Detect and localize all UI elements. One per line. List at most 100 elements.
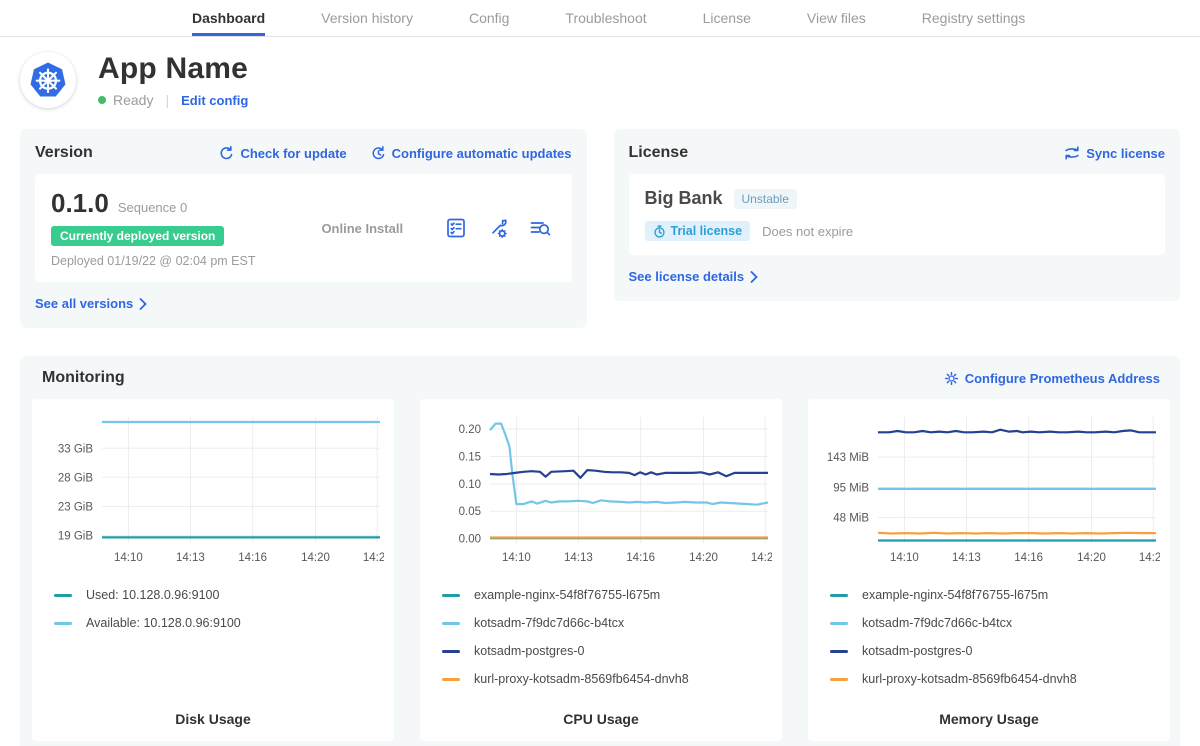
- svg-text:14:10: 14:10: [114, 552, 143, 564]
- version-card: Version Check for update Configure au: [20, 129, 587, 328]
- legend-label: kotsadm-7f9dc7d66c-b4tcx: [862, 616, 1012, 630]
- svg-text:14:20: 14:20: [1077, 552, 1106, 564]
- svg-text:14:23: 14:23: [751, 552, 772, 564]
- svg-text:0.15: 0.15: [459, 451, 481, 463]
- refresh-icon: [219, 146, 234, 161]
- svg-text:0.10: 0.10: [459, 479, 481, 491]
- version-number: 0.1.0: [51, 188, 109, 219]
- legend-label: kotsadm-7f9dc7d66c-b4tcx: [474, 616, 624, 630]
- deployed-badge: Currently deployed version: [51, 226, 224, 246]
- tab-troubleshoot[interactable]: Troubleshoot: [565, 0, 646, 36]
- svg-text:143 MiB: 143 MiB: [827, 452, 870, 464]
- memory-usage-chart: 14:1014:1314:1614:2014:2348 MiB95 MiB143…: [818, 409, 1160, 569]
- gear-icon: [944, 371, 959, 386]
- see-license-details-link[interactable]: See license details: [629, 269, 759, 284]
- tab-license[interactable]: License: [703, 0, 751, 36]
- svg-text:14:16: 14:16: [238, 552, 267, 564]
- channel-badge: Unstable: [734, 189, 797, 209]
- disk-usage-legend: Used: 10.128.0.96:9100 Available: 10.128.…: [42, 581, 384, 637]
- memory-usage-legend: example-nginx-54f8f76755-l675m kotsadm-7f…: [818, 581, 1160, 693]
- legend-color-dash: [54, 594, 72, 597]
- chart-title-memory-usage: Memory Usage: [818, 711, 1160, 727]
- chart-card-cpu-usage: 14:1014:1314:1614:2014:230.000.050.100.1…: [420, 399, 782, 741]
- legend-label: kurl-proxy-kotsadm-8569fb6454-dnvh8: [862, 672, 1077, 686]
- license-card: License Sync license Big Bank Unstable: [614, 129, 1181, 301]
- legend-label: example-nginx-54f8f76755-l675m: [862, 588, 1048, 602]
- legend-item: example-nginx-54f8f76755-l675m: [830, 581, 1160, 609]
- status-text: Ready: [113, 92, 153, 108]
- svg-text:14:10: 14:10: [502, 552, 531, 564]
- legend-label: Available: 10.128.0.96:9100: [86, 616, 241, 630]
- svg-text:0.00: 0.00: [459, 534, 481, 546]
- svg-text:95 MiB: 95 MiB: [833, 483, 869, 495]
- legend-item: kotsadm-postgres-0: [442, 637, 772, 665]
- cpu-usage-legend: example-nginx-54f8f76755-l675m kotsadm-7f…: [430, 581, 772, 693]
- legend-color-dash: [54, 622, 72, 625]
- preflight-checks-icon[interactable]: [444, 216, 468, 240]
- tab-view-files[interactable]: View files: [807, 0, 866, 36]
- legend-item: kotsadm-postgres-0: [830, 637, 1160, 665]
- tab-registry-settings[interactable]: Registry settings: [922, 0, 1025, 36]
- kubernetes-app-icon: [20, 52, 76, 108]
- deployed-timestamp: Deployed 01/19/22 @ 02:04 pm EST: [51, 254, 281, 268]
- legend-item: kurl-proxy-kotsadm-8569fb6454-dnvh8: [830, 665, 1160, 693]
- legend-item: Used: 10.128.0.96:9100: [54, 581, 384, 609]
- legend-label: kurl-proxy-kotsadm-8569fb6454-dnvh8: [474, 672, 689, 686]
- legend-label: example-nginx-54f8f76755-l675m: [474, 588, 660, 602]
- auto-update-icon: [371, 146, 386, 161]
- legend-label: Used: 10.128.0.96:9100: [86, 588, 219, 602]
- legend-color-dash: [442, 650, 460, 653]
- status-dot: [98, 96, 106, 104]
- tab-config[interactable]: Config: [469, 0, 509, 36]
- chart-card-memory-usage: 14:1014:1314:1614:2014:2348 MiB95 MiB143…: [808, 399, 1170, 741]
- view-logs-search-icon[interactable]: [528, 216, 552, 240]
- divider: |: [165, 92, 169, 108]
- legend-label: kotsadm-postgres-0: [474, 644, 584, 658]
- check-for-update-link[interactable]: Check for update: [219, 146, 346, 161]
- svg-text:14:13: 14:13: [952, 552, 981, 564]
- svg-text:28 GiB: 28 GiB: [58, 472, 93, 484]
- license-detail-card: Big Bank Unstable Trial license Does not…: [629, 174, 1166, 255]
- legend-color-dash: [442, 622, 460, 625]
- edit-config-link[interactable]: Edit config: [181, 93, 248, 108]
- legend-color-dash: [442, 594, 460, 597]
- legend-color-dash: [442, 678, 460, 681]
- tab-version-history[interactable]: Version history: [321, 0, 413, 36]
- version-section-title: Version: [35, 144, 93, 162]
- version-sequence: Sequence 0: [118, 200, 187, 215]
- svg-text:14:13: 14:13: [564, 552, 593, 564]
- cpu-usage-chart: 14:1014:1314:1614:2014:230.000.050.100.1…: [430, 409, 772, 569]
- config-wrench-icon[interactable]: [486, 216, 510, 240]
- svg-text:33 GiB: 33 GiB: [58, 443, 93, 455]
- tab-dashboard[interactable]: Dashboard: [192, 0, 265, 36]
- chevron-right-icon: [750, 271, 758, 283]
- legend-color-dash: [830, 650, 848, 653]
- chart-title-disk-usage: Disk Usage: [42, 711, 384, 727]
- svg-text:23 GiB: 23 GiB: [58, 501, 93, 513]
- legend-item: kotsadm-7f9dc7d66c-b4tcx: [830, 609, 1160, 637]
- chevron-right-icon: [139, 298, 147, 310]
- top-nav: Dashboard Version history Config Troublesho…: [0, 0, 1200, 37]
- sync-license-link[interactable]: Sync license: [1064, 146, 1165, 161]
- configure-automatic-updates-link[interactable]: Configure automatic updates: [371, 146, 572, 161]
- svg-text:14:23: 14:23: [1139, 552, 1160, 564]
- see-all-versions-link[interactable]: See all versions: [35, 296, 147, 311]
- svg-text:0.20: 0.20: [459, 424, 481, 436]
- legend-item: kotsadm-7f9dc7d66c-b4tcx: [442, 609, 772, 637]
- svg-text:14:13: 14:13: [176, 552, 205, 564]
- configure-prometheus-link[interactable]: Configure Prometheus Address: [944, 371, 1160, 386]
- legend-label: kotsadm-postgres-0: [862, 644, 972, 658]
- svg-text:14:16: 14:16: [626, 552, 655, 564]
- svg-text:19 GiB: 19 GiB: [58, 530, 93, 542]
- svg-text:48 MiB: 48 MiB: [833, 513, 869, 525]
- svg-text:14:20: 14:20: [689, 552, 718, 564]
- legend-color-dash: [830, 594, 848, 597]
- monitoring-section-title: Monitoring: [42, 369, 125, 387]
- trial-license-badge: Trial license: [645, 221, 751, 241]
- legend-color-dash: [830, 678, 848, 681]
- monitoring-panel: Monitoring Configure Prometheus Address …: [20, 356, 1180, 746]
- legend-item: Available: 10.128.0.96:9100: [54, 609, 384, 637]
- svg-text:14:16: 14:16: [1014, 552, 1043, 564]
- chart-title-cpu-usage: CPU Usage: [430, 711, 772, 727]
- legend-item: kurl-proxy-kotsadm-8569fb6454-dnvh8: [442, 665, 772, 693]
